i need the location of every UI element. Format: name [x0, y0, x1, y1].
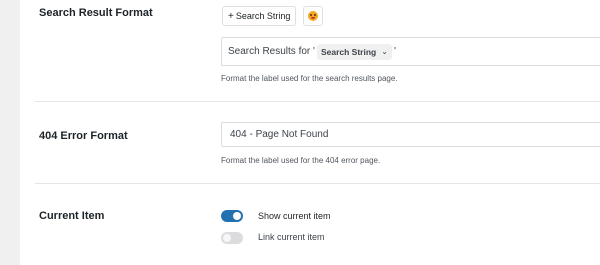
emoji-picker-button[interactable]	[303, 6, 323, 26]
link-current-item-label: Link current item	[258, 232, 325, 242]
add-search-string-label: Search String	[235, 11, 291, 21]
search-string-token-label: Search String	[320, 46, 377, 57]
link-current-item-toggle[interactable]	[221, 232, 243, 244]
row-divider	[35, 101, 600, 102]
search-format-editor[interactable]: Search Results for ' Search String ⌄ '	[221, 37, 600, 66]
search-format-suffix: '	[393, 46, 396, 57]
show-current-item-toggle[interactable]	[221, 210, 243, 222]
plus-icon: +	[228, 10, 234, 22]
error-404-format-input[interactable]	[221, 122, 600, 147]
grinning-face-icon	[308, 11, 318, 21]
error-404-format-label: 404 Error Format	[39, 130, 128, 142]
current-item-label: Current Item	[39, 210, 105, 222]
add-search-string-button[interactable]: + Search String	[222, 6, 296, 26]
toggle-knob	[223, 234, 231, 242]
breadcrumb-settings-panel: Search Result Format + Search String Sea…	[0, 0, 600, 265]
admin-side-strip	[0, 0, 20, 265]
search-result-format-label: Search Result Format	[39, 7, 153, 19]
chevron-down-icon[interactable]: ⌄	[381, 47, 388, 56]
toggle-knob	[233, 212, 241, 220]
search-format-prefix: Search Results for '	[228, 46, 315, 57]
row-divider	[35, 183, 600, 184]
search-string-token[interactable]: Search String ⌄	[316, 43, 392, 60]
show-current-item-label: Show current item	[258, 211, 331, 221]
search-format-help: Format the label used for the search res…	[221, 74, 398, 83]
error-404-format-help: Format the label used for the 404 error …	[221, 156, 381, 165]
